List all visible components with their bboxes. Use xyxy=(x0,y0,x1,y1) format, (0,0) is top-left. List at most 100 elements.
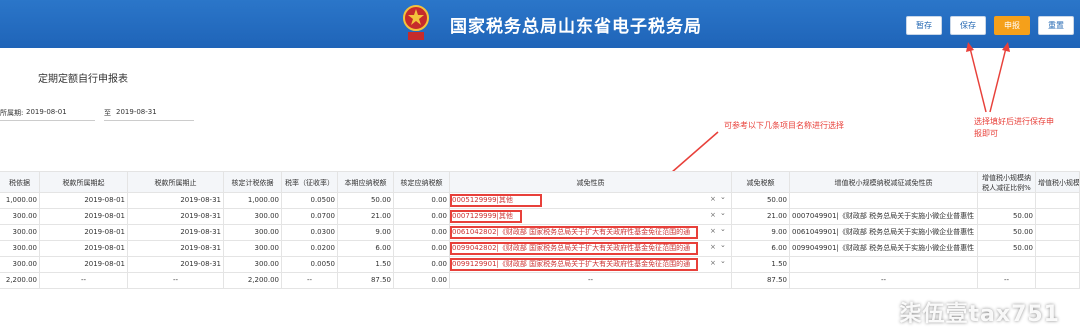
clear-icon[interactable]: × xyxy=(710,227,716,235)
cell-value: 0.0300 xyxy=(310,228,336,236)
arrow-save-line xyxy=(969,47,987,113)
table-row: 300.00 2019-08-01 2019-08-31 300.00 0.0700 21… xyxy=(0,209,1080,225)
cell-value: 300.00 xyxy=(12,228,38,236)
table-cell: 50.00 xyxy=(732,193,790,208)
table-cell: 2,200.00 xyxy=(224,273,282,288)
cell-value: 1,000.00 xyxy=(247,196,279,204)
cell-value: 300.00 xyxy=(12,260,38,268)
cell-value: 300.00 xyxy=(254,260,280,268)
table-cell: 300.00 xyxy=(0,225,40,240)
cell-value: 1.50 xyxy=(771,260,787,268)
table-cell: 300.00 xyxy=(224,257,282,272)
table-cell xyxy=(1036,241,1080,256)
cell-value: 50.00 xyxy=(1012,244,1033,252)
clear-icon[interactable]: × xyxy=(710,195,716,203)
clear-icon[interactable]: × xyxy=(710,243,716,251)
table-total-row: 2,200.00 -- -- 2,200.00 -- 87.50 0.00 -- 87.50 --… xyxy=(0,273,1080,289)
table-cell: 0.0050 xyxy=(282,257,338,272)
col-header: 核定应纳税额 xyxy=(394,172,450,192)
table-cell: 300.00 xyxy=(224,241,282,256)
table-cell: 87.50 xyxy=(338,273,394,288)
table-cell: 50.00 xyxy=(978,209,1036,224)
cell-value: 50.00 xyxy=(1012,212,1033,220)
cell-value: -- xyxy=(587,276,594,284)
cell-value: 2,200.00 xyxy=(247,276,279,284)
watermark: 柒伍壹tax751 xyxy=(899,302,1060,327)
cell-value: 1.50 xyxy=(375,260,391,268)
cell-value: 0.00 xyxy=(431,196,447,204)
table-cell: -- xyxy=(128,273,224,288)
table-cell: -- xyxy=(40,273,128,288)
cell-value: 50.00 xyxy=(370,196,391,204)
table-cell: 21.00 xyxy=(732,209,790,224)
table-cell: 9.00 xyxy=(338,225,394,240)
cell-value: 21.00 xyxy=(766,212,787,220)
table-cell: 0007049901|《财政部 税务总局关于实施小微企业普惠性 xyxy=(790,209,978,224)
cell-value: 300.00 xyxy=(254,244,280,252)
cell-value: -- xyxy=(880,276,887,284)
table-cell xyxy=(978,193,1036,208)
cell-value: 6.00 xyxy=(771,244,787,252)
table-cell: 0.0500 xyxy=(282,193,338,208)
chevron-down-icon[interactable]: ⌄ xyxy=(720,241,726,249)
cell-value: 2,200.00 xyxy=(5,276,37,284)
arrow-declare-line xyxy=(989,47,1007,113)
clear-icon[interactable]: × xyxy=(710,211,716,219)
table-cell: 2019-08-01 xyxy=(40,193,128,208)
cell-value: 0.00 xyxy=(431,228,447,236)
table-cell: 2019-08-31 xyxy=(128,193,224,208)
cell-value: 2019-08-01 xyxy=(84,228,125,236)
cell-value: 0.0050 xyxy=(310,260,336,268)
cell-value: -- xyxy=(80,276,87,284)
cell-value: 0007129999|其他 xyxy=(452,212,513,220)
table-cell: 1,000.00 xyxy=(0,193,40,208)
table-cell: 6.00 xyxy=(338,241,394,256)
cell-value: 0.00 xyxy=(431,260,447,268)
col-header: 增值税小规模纳税人减征比例% xyxy=(978,172,1036,192)
arrow-declare-head xyxy=(1002,42,1010,52)
table-cell: 0.00 xyxy=(394,193,450,208)
table-cell xyxy=(1036,209,1080,224)
table-cell: 2019-08-31 xyxy=(128,257,224,272)
cell-value: -- xyxy=(1003,276,1010,284)
cell-value: 2019-08-01 xyxy=(84,212,125,220)
table-cell: 1.50 xyxy=(338,257,394,272)
col-header: 本期应纳税额 xyxy=(338,172,394,192)
table-cell: 9.00 xyxy=(732,225,790,240)
table-header-row: 税依据 税款所属期起 税款所属期止 核定计税依据 税率（征收率） 本期应纳税额 … xyxy=(0,171,1080,193)
chevron-down-icon[interactable]: ⌄ xyxy=(720,193,726,201)
cell-value: 9.00 xyxy=(375,228,391,236)
cell-value: 2019-08-01 xyxy=(84,260,125,268)
table-row: 300.00 2019-08-01 2019-08-31 300.00 0.0200 6.… xyxy=(0,241,1080,257)
table-cell xyxy=(1036,273,1080,288)
table-cell: 87.50 xyxy=(732,273,790,288)
table-cell xyxy=(1036,225,1080,240)
col-header: 减免税额 xyxy=(732,172,790,192)
cell-value: 0061042802|《财政部 国家税务总局关于扩大有关政府性基金免征范围的通 xyxy=(452,228,691,236)
col-header: 增值税小规模纳税减征减免性质 xyxy=(790,172,978,192)
table-cell: -- xyxy=(450,273,732,288)
clear-icon[interactable]: × xyxy=(710,259,716,267)
cell-value: 1,000.00 xyxy=(5,196,37,204)
table-cell: -- xyxy=(282,273,338,288)
chevron-down-icon[interactable]: ⌄ xyxy=(720,225,726,233)
cell-value: 300.00 xyxy=(254,212,280,220)
chevron-down-icon[interactable]: ⌄ xyxy=(720,257,726,265)
cell-value: 2019-08-31 xyxy=(180,196,221,204)
table-cell: 0.00 xyxy=(394,273,450,288)
chevron-down-icon[interactable]: ⌄ xyxy=(720,209,726,217)
cell-value: 0061049901|《财政部 税务总局关于实施小微企业普惠性 xyxy=(792,228,975,236)
cell-value: 0007049901|《财政部 税务总局关于实施小微企业普惠性 xyxy=(792,212,975,220)
cell-value: 0.00 xyxy=(431,212,447,220)
table-cell: 2019-08-01 xyxy=(40,257,128,272)
cell-value: 0099049901|《财政部 税务总局关于实施小微企业普惠性 xyxy=(792,244,975,252)
table-cell xyxy=(790,193,978,208)
table-cell: 0.0700 xyxy=(282,209,338,224)
table-cell: 50.00 xyxy=(978,225,1036,240)
col-header: 税率（征收率） xyxy=(282,172,338,192)
table-cell: 2019-08-31 xyxy=(128,241,224,256)
arrow-save-head xyxy=(966,42,974,52)
cell-value: 2019-08-31 xyxy=(180,260,221,268)
col-header: 税依据 xyxy=(0,172,40,192)
cell-value: 87.50 xyxy=(370,276,391,284)
